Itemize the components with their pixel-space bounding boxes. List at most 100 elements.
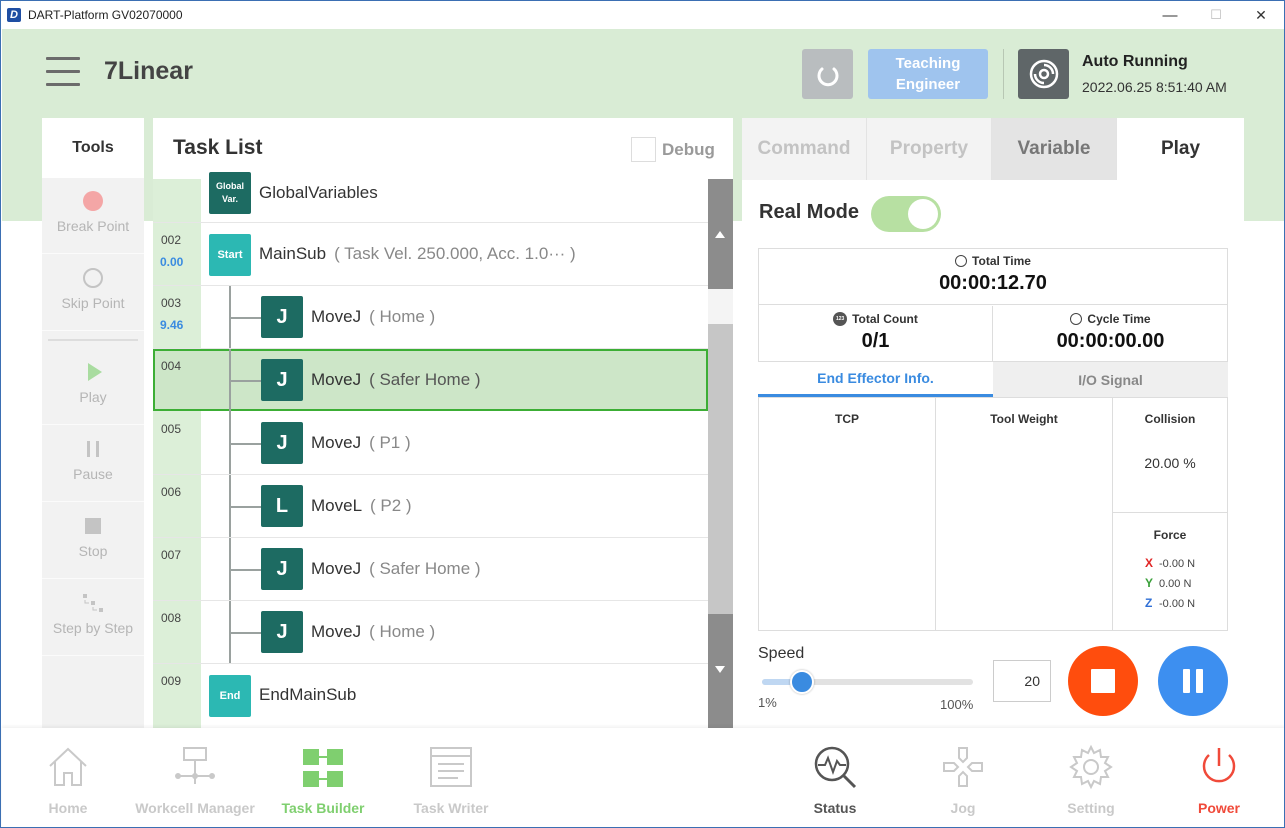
debug-checkbox[interactable]: [631, 137, 656, 162]
stop-tool-button[interactable]: Stop: [42, 509, 144, 579]
robot-status-icon[interactable]: [1018, 49, 1069, 99]
tab-end-effector[interactable]: End Effector Info.: [758, 362, 993, 397]
jog-icon: [943, 747, 983, 787]
tab-variable[interactable]: Variable: [992, 118, 1117, 180]
collision-cell: Collision 20.00 %: [1113, 398, 1227, 513]
nav-setting[interactable]: Setting: [1026, 742, 1156, 822]
play-tool-label: Play: [79, 389, 107, 405]
speed-max-label: 100%: [940, 697, 974, 712]
task-command: MoveJ( P1 ): [311, 433, 411, 452]
reset-button[interactable]: [802, 49, 853, 99]
force-y: Y 0.00 N: [1145, 576, 1192, 590]
task-command: EndMainSub: [259, 685, 357, 704]
step-by-step-button[interactable]: Step by Step: [42, 586, 144, 656]
skip-point-button[interactable]: Skip Point: [42, 261, 144, 331]
tab-io-signal[interactable]: I/O Signal: [993, 362, 1228, 397]
stop-button[interactable]: [1068, 646, 1138, 716]
force-label: Force: [1153, 528, 1187, 542]
speed-slider[interactable]: [762, 670, 973, 694]
break-point-button[interactable]: Break Point: [42, 184, 144, 254]
teaching-line-2: Engineer: [895, 76, 961, 93]
line-number: 005: [161, 422, 182, 436]
pause-tool-button[interactable]: Pause: [42, 432, 144, 502]
nav-jog[interactable]: Jog: [898, 742, 1028, 822]
end-effector-info: TCP Tool Weight Collision 20.00 % Force …: [758, 397, 1228, 631]
tcp-column: TCP: [759, 398, 936, 630]
movej-block-icon: J: [261, 422, 303, 464]
nav-task-writer[interactable]: Task Writer: [386, 742, 516, 822]
task-row-global[interactable]: Global Var. GlobalVariables: [153, 160, 708, 223]
nav-task-builder[interactable]: Task Builder: [258, 742, 388, 822]
tab-command[interactable]: Command: [742, 118, 867, 180]
nav-status[interactable]: Status: [770, 742, 900, 822]
tab-property[interactable]: Property: [867, 118, 992, 180]
title-bar: D DART-Platform GV02070000 — ☐ ✕: [1, 1, 1284, 29]
task-row-004[interactable]: 004 J MoveJ( Safer Home ): [153, 349, 708, 412]
speed-slider-handle[interactable]: [790, 670, 814, 694]
tcp-label: TCP: [835, 412, 859, 426]
robot-datetime: 2022.06.25 8:51:40 AM: [1082, 79, 1227, 95]
task-row-007[interactable]: 007 J MoveJ( Safer Home ): [153, 538, 708, 601]
force-z: Z -0.00 N: [1145, 596, 1196, 610]
pause-icon: [87, 432, 99, 466]
task-row-003[interactable]: 003 9.46 J MoveJ( Home ): [153, 286, 708, 349]
pause-tool-label: Pause: [73, 466, 113, 482]
tools-title: Tools: [42, 118, 144, 178]
circle-outline-icon: [83, 268, 103, 288]
task-command: MoveJ( Home ): [311, 622, 436, 641]
gear-icon: [1069, 744, 1113, 790]
power-icon: [1202, 748, 1236, 783]
task-row-009[interactable]: 009 End EndMainSub: [153, 664, 708, 727]
tool-weight-column: Tool Weight: [936, 398, 1113, 630]
task-writer-icon: [430, 747, 472, 787]
maximize-button[interactable]: ☐: [1193, 1, 1239, 29]
task-command: MoveL( P2 ): [311, 496, 412, 515]
task-row-002[interactable]: 002 0.00 Start MainSub( Task Vel. 250.00…: [153, 223, 708, 286]
task-row-008[interactable]: 008 J MoveJ( Home ): [153, 601, 708, 664]
play-tool-button[interactable]: Play: [42, 355, 144, 425]
teaching-engineer-button[interactable]: Teaching Engineer: [868, 49, 988, 99]
movej-block-icon: J: [261, 548, 303, 590]
minimize-button[interactable]: —: [1147, 1, 1193, 29]
nav-workcell-manager[interactable]: Workcell Manager: [130, 742, 260, 822]
home-icon: [49, 747, 87, 786]
status-icon: [814, 746, 857, 789]
nav-power[interactable]: Power: [1154, 742, 1284, 822]
nav-home[interactable]: Home: [3, 742, 133, 822]
cycle-time-label: Cycle Time: [1087, 312, 1151, 326]
task-command: MoveJ( Home ): [311, 307, 436, 326]
info-subtabs: End Effector Info. I/O Signal: [758, 362, 1228, 397]
movel-block-icon: L: [261, 485, 303, 527]
task-list-body: Global Var. GlobalVariables 002 0.00 Sta…: [153, 172, 708, 728]
play-stats: Total Time 00:00:12.70 123 Total Count 0/…: [758, 248, 1228, 362]
play-icon: [88, 363, 102, 381]
global-var-block-icon: Global Var.: [209, 172, 251, 214]
speed-input[interactable]: [993, 660, 1051, 702]
window-title: DART-Platform GV02070000: [28, 8, 183, 22]
teaching-line-1: Teaching: [895, 55, 961, 72]
pause-button[interactable]: [1158, 646, 1228, 716]
stop-icon: [1091, 669, 1115, 693]
cycle-time-value: 00:00:00.00: [1056, 330, 1165, 352]
real-mode-toggle[interactable]: [871, 196, 941, 232]
tab-play[interactable]: Play: [1117, 118, 1244, 180]
task-command: MainSub( Task Vel. 250.000, Acc. 1.0··· …: [259, 244, 576, 263]
line-number: 007: [161, 548, 182, 562]
task-command: MoveJ( Safer Home ): [311, 559, 481, 578]
menu-icon[interactable]: [46, 57, 80, 87]
line-exec-time: 0.00: [160, 255, 184, 269]
task-row-005[interactable]: 005 J MoveJ( P1 ): [153, 412, 708, 475]
task-list-scrollbar[interactable]: [708, 179, 733, 728]
total-count-label: Total Count: [852, 312, 918, 326]
clock-icon: [955, 255, 968, 267]
line-number: 004: [161, 359, 182, 373]
scroll-down-icon[interactable]: [715, 666, 725, 673]
scroll-up-icon[interactable]: [715, 231, 725, 238]
total-time-label: Total Time: [972, 254, 1031, 268]
step-by-step-label: Step by Step: [52, 620, 134, 636]
total-count-cell: 123 Total Count 0/1: [759, 306, 993, 362]
force-cell: Force X -0.00 N Y 0.00 N Z -0.00 N: [1113, 514, 1227, 630]
task-row-006[interactable]: 006 L MoveL( P2 ): [153, 475, 708, 538]
close-button[interactable]: ✕: [1238, 1, 1284, 29]
stop-tool-label: Stop: [78, 543, 108, 559]
